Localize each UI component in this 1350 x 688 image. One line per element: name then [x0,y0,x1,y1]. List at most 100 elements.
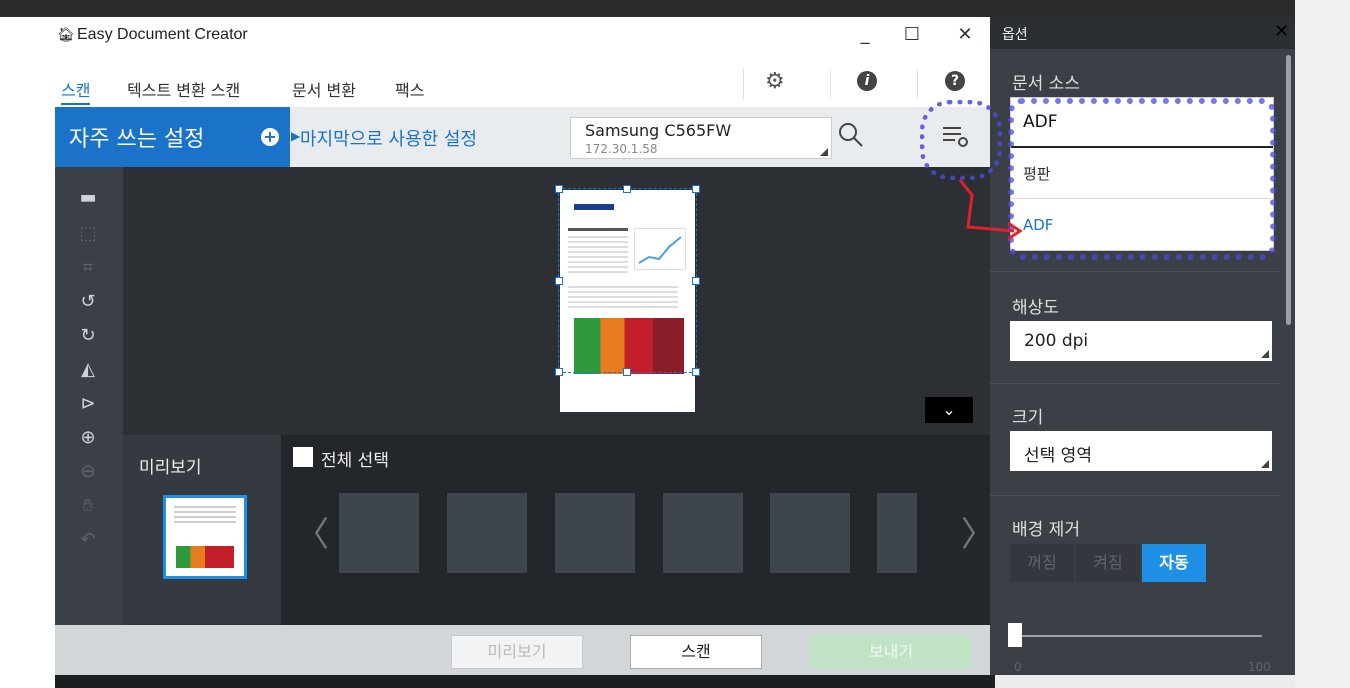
bg-removal-off[interactable]: 꺼짐 [1010,544,1074,582]
resize-handle[interactable] [555,185,563,193]
scan-button[interactable]: 스캔 [630,635,762,669]
tab-fax[interactable]: 팩스 [395,77,424,101]
divider [743,69,744,99]
rotate-right-icon[interactable]: ↻ [75,325,101,351]
minimize-button[interactable]: _ [845,17,885,53]
last-used-settings[interactable]: 마지막으로 사용한 설정 [300,125,477,151]
maximize-button[interactable]: ☐ [892,17,932,53]
info-icon[interactable]: i [857,71,877,91]
divider [917,69,918,99]
resize-handle[interactable] [555,368,563,376]
favorite-settings-label: 자주 쓰는 설정 [69,127,205,152]
page-gallery: 전체 선택 〈 〉 [281,435,995,625]
preview-canvas[interactable]: ⌄ [123,167,990,435]
options-scrollbar[interactable] [1286,55,1291,325]
selection-box[interactable] [558,188,697,373]
gallery-slot[interactable] [877,493,917,573]
add-preset-icon[interactable]: + [261,128,279,146]
select-all-label: 전체 선택 [321,451,389,471]
bg-removal-auto[interactable]: 자동 [1142,544,1206,582]
help-icon[interactable]: ? [945,71,965,91]
bottom-strip-right [995,675,1295,688]
slider-max: 100 [1248,660,1271,674]
slider-track[interactable] [1018,635,1262,637]
collapse-button[interactable]: ⌄ [925,397,973,423]
preview-label: 미리보기 [139,458,202,478]
rotate-left-icon[interactable]: ↺ [75,291,101,317]
dropdown-caret-icon [1261,460,1269,468]
home-icon[interactable]: 🏠︎ [57,27,75,43]
background [0,0,55,688]
resize-handle[interactable] [555,277,563,285]
resize-handle[interactable] [692,368,700,376]
annotation-arrow [958,179,1023,241]
tab-scan[interactable]: 스캔 [61,77,91,105]
resize-handle[interactable] [692,185,700,193]
source-label: 문서 소스 [1012,74,1080,94]
device-select[interactable]: Samsung C565FW 172.30.1.58 [570,117,832,159]
tab-convert[interactable]: 문서 변환 [292,77,356,101]
undo-icon[interactable]: ↶ [75,529,101,555]
search-icon[interactable] [837,121,865,149]
hand-icon[interactable]: ✋︎ [75,495,101,521]
divider [830,69,831,99]
thumb-photo [176,546,234,568]
resolution-value: 200 dpi [1024,331,1089,351]
slider-min: 0 [1014,660,1022,674]
right-background [1295,0,1350,688]
annotation-scribble [1008,98,1276,260]
main-window: 🏠︎ Easy Document Creator _ ☐ ✕ 스캔 텍스트 변환… [55,17,995,675]
favorite-settings[interactable]: 자주 쓰는 설정 + [55,107,290,167]
gallery-prev-button[interactable]: 〈 [295,507,329,556]
gallery-slot[interactable] [447,493,527,573]
flip-horizontal-icon[interactable]: ◭ [75,359,101,385]
flip-vertical-icon[interactable]: ⊳ [75,393,101,419]
options-header: 옵션 ✕ [990,17,1295,49]
gear-icon[interactable]: ⚙ [765,69,785,94]
page-thumbnail[interactable] [163,495,247,579]
gallery-slot[interactable] [770,493,850,573]
resize-handle[interactable] [623,185,631,193]
background-removal-label: 배경 제거 [1012,520,1080,540]
preview-button[interactable]: 미리보기 [451,635,583,669]
slider-thumb[interactable] [1008,623,1022,647]
select-area-icon[interactable]: ⬚ [75,223,101,249]
zoom-in-icon[interactable]: ⊕ [75,427,101,453]
dropdown-caret-icon [1261,350,1269,358]
dropdown-caret-icon [820,148,828,156]
zoom-out-icon[interactable]: ⊖ [75,461,101,487]
resize-handle[interactable] [623,368,631,376]
gallery-slot[interactable] [339,493,419,573]
resize-handle[interactable] [692,277,700,285]
title-bar: 🏠︎ Easy Document Creator _ ☐ ✕ [55,17,990,55]
device-ip: 172.30.1.58 [585,142,658,156]
divider [990,271,1280,272]
tab-ocr-scan[interactable]: 텍스트 변환 스캔 [127,77,240,101]
bottom-bar: 미리보기 스캔 보내기 [55,625,990,675]
close-button[interactable]: ✕ [945,17,985,53]
size-select[interactable]: 선택 영역 [1010,431,1272,471]
top-strip [0,0,1350,17]
size-label: 크기 [1012,408,1044,428]
thumb-text [174,506,236,524]
device-name: Samsung C565FW [585,121,732,140]
resolution-label: 해상도 [1012,298,1059,318]
tool-rail: ▬ ⬚ ⌗ ↺ ↻ ◭ ⊳ ⊕ ⊖ ✋︎ ↶ [55,167,123,625]
folder-icon[interactable]: ▬ [75,187,101,213]
bg-removal-on[interactable]: 켜짐 [1076,544,1140,582]
divider [990,383,1280,384]
annotation-scribble [920,100,1002,180]
preset-bar: 자주 쓰는 설정 + ▶ 마지막으로 사용한 설정 Samsung C565FW… [55,107,990,167]
select-all-checkbox[interactable] [293,447,313,467]
gallery-slot[interactable] [555,493,635,573]
crop-icon[interactable]: ⌗ [75,257,101,283]
send-button[interactable]: 보내기 [810,635,972,669]
options-title: 옵션 [1002,27,1028,43]
menu-bar: 스캔 텍스트 변환 스캔 문서 변환 팩스 ⚙ i ? [55,55,990,107]
size-value: 선택 영역 [1024,446,1092,466]
resolution-select[interactable]: 200 dpi [1010,321,1272,361]
close-icon[interactable]: ✕ [1274,21,1289,42]
gallery-slot[interactable] [663,493,743,573]
thumbnail-pane: 미리보기 [123,435,281,625]
play-icon: ▶ [291,129,301,143]
